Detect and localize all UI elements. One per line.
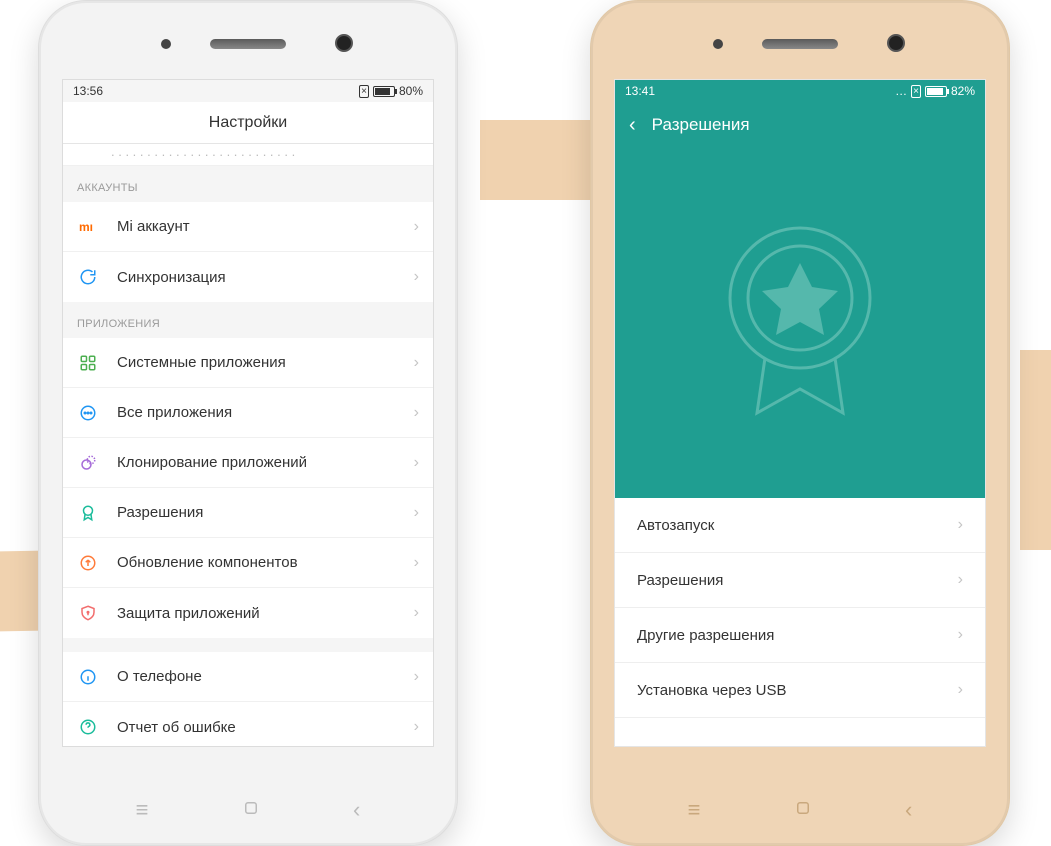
chevron-right-icon: › [414, 718, 419, 736]
settings-row-component-update[interactable]: Обновление компонентов › [63, 538, 433, 588]
settings-row-mi-account[interactable]: mı Mi аккаунт › [63, 202, 433, 252]
chevron-right-icon: › [958, 626, 963, 644]
front-camera [887, 34, 905, 52]
earpiece [210, 39, 286, 49]
chevron-right-icon: › [414, 668, 419, 686]
chevron-right-icon: › [414, 218, 419, 236]
settings-row-about-phone[interactable]: О телефоне › [63, 652, 433, 702]
signal-dots: … [895, 84, 907, 98]
row-label: Mi аккаунт [117, 218, 414, 235]
permissions-row-autostart[interactable]: Автозапуск › [615, 498, 985, 553]
recents-key[interactable]: ≡ [688, 797, 701, 823]
chevron-right-icon: › [958, 571, 963, 589]
permissions-row-usb-install[interactable]: Установка через USB › [615, 663, 985, 718]
upload-icon [77, 552, 99, 574]
more-dots-icon [77, 402, 99, 424]
phone-mockup-settings: 13:56 × 80% Настройки . . . . . . . . . … [38, 0, 458, 846]
chevron-right-icon: › [414, 604, 419, 622]
info-icon [77, 666, 99, 688]
section-header-apps: ПРИЛОЖЕНИЯ [63, 302, 433, 338]
help-icon [77, 716, 99, 738]
home-key[interactable] [794, 797, 812, 823]
row-label: Системные приложения [117, 354, 414, 371]
settings-row-clone-apps[interactable]: Клонирование приложений › [63, 438, 433, 488]
nav-keys: ≡ ‹ [39, 797, 457, 823]
status-bar: 13:56 × 80% [63, 80, 433, 102]
battery-icon [925, 86, 947, 97]
settings-row-system-apps[interactable]: Системные приложения › [63, 338, 433, 388]
chevron-right-icon: › [414, 354, 419, 372]
medal-star-icon [710, 213, 890, 433]
row-label: Обновление компонентов [117, 554, 414, 571]
battery-percent: 82% [951, 84, 975, 98]
chevron-right-icon: › [414, 504, 419, 522]
battery-icon [373, 86, 395, 97]
home-key[interactable] [242, 797, 260, 823]
row-label: Другие разрешения [637, 627, 958, 644]
proximity-sensor [713, 39, 723, 49]
settings-row-app-protection[interactable]: Защита приложений › [63, 588, 433, 638]
row-label: Автозапуск [637, 517, 958, 534]
permissions-medal-icon [77, 502, 99, 524]
app-bar: ‹ Разрешения [615, 102, 985, 148]
page-title: Настройки [209, 114, 287, 132]
permissions-hero [615, 148, 985, 498]
screen-settings: 13:56 × 80% Настройки . . . . . . . . . … [62, 79, 434, 747]
phone-mockup-permissions: 13:41 … × 82% ‹ Разрешения Автозапуск [590, 0, 1010, 846]
row-label: Синхронизация [117, 269, 414, 286]
no-sim-icon: × [911, 85, 921, 98]
settings-row-sync[interactable]: Синхронизация › [63, 252, 433, 302]
back-icon[interactable]: ‹ [629, 114, 636, 137]
row-label: Все приложения [117, 404, 414, 421]
status-bar: 13:41 … × 82% [615, 80, 985, 102]
front-camera [335, 34, 353, 52]
permissions-row-permissions[interactable]: Разрешения › [615, 553, 985, 608]
app-bar: Настройки [63, 102, 433, 144]
back-key[interactable]: ‹ [905, 797, 912, 823]
row-label: Установка через USB [637, 682, 958, 699]
shield-icon [77, 602, 99, 624]
apps-grid-icon [77, 352, 99, 374]
row-label: Защита приложений [117, 605, 414, 622]
clone-icon [77, 452, 99, 474]
proximity-sensor [161, 39, 171, 49]
decorative-stripe [1020, 350, 1051, 550]
settings-row-permissions[interactable]: Разрешения › [63, 488, 433, 538]
row-label: Клонирование приложений [117, 454, 414, 471]
sync-icon [77, 266, 99, 288]
no-sim-icon: × [359, 85, 369, 98]
row-label: Разрешения [637, 572, 958, 589]
section-header-accounts: АККАУНТЫ [63, 166, 433, 202]
chevron-right-icon: › [414, 268, 419, 286]
chevron-right-icon: › [958, 516, 963, 534]
status-time: 13:56 [73, 84, 103, 98]
permissions-row-other[interactable]: Другие разрешения › [615, 608, 985, 663]
chevron-right-icon: › [414, 554, 419, 572]
chevron-right-icon: › [958, 681, 963, 699]
row-label: О телефоне [117, 668, 414, 685]
svg-text:mı: mı [79, 220, 93, 234]
battery-percent: 80% [399, 84, 423, 98]
settings-row-all-apps[interactable]: Все приложения › [63, 388, 433, 438]
row-label: Отчет об ошибке [117, 719, 414, 736]
chevron-right-icon: › [414, 454, 419, 472]
mi-logo-icon: mı [77, 216, 99, 238]
nav-keys: ≡ ‹ [591, 797, 1009, 823]
chevron-right-icon: › [414, 404, 419, 422]
recents-key[interactable]: ≡ [136, 797, 149, 823]
status-time: 13:41 [625, 84, 655, 98]
earpiece [762, 39, 838, 49]
partial-row-top[interactable]: . . . . . . . . . . . . . . . . . . . . … [63, 144, 433, 166]
back-key[interactable]: ‹ [353, 797, 360, 823]
screen-permissions: 13:41 … × 82% ‹ Разрешения Автозапуск [614, 79, 986, 747]
settings-row-bug-report[interactable]: Отчет об ошибке › [63, 702, 433, 747]
row-label: Разрешения [117, 504, 414, 521]
page-title: Разрешения [652, 115, 750, 135]
